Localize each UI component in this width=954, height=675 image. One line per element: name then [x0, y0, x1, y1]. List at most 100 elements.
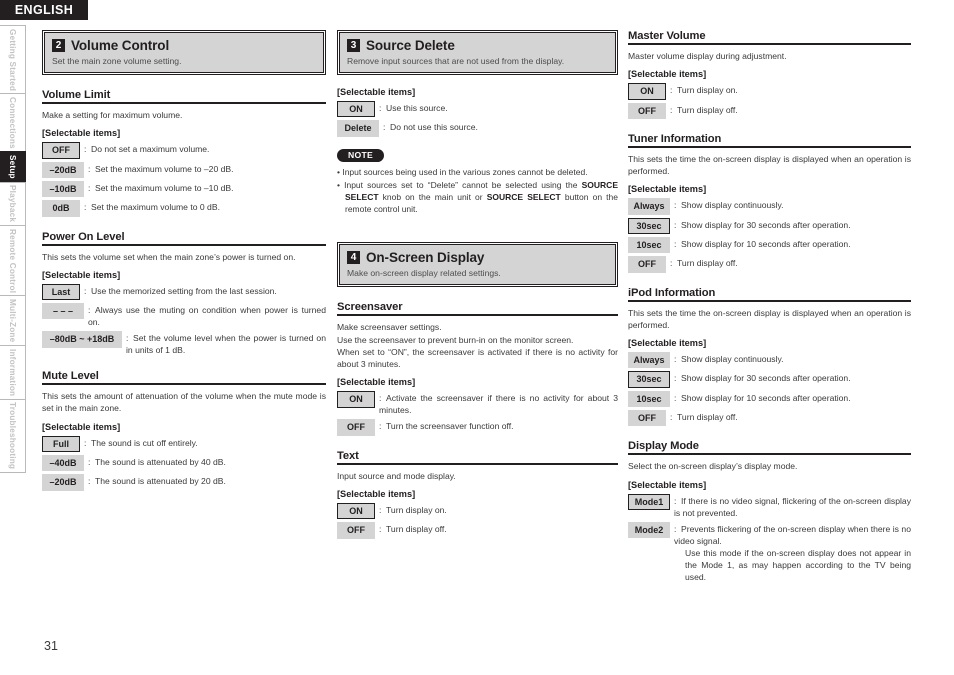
section-heading: Master Volume: [628, 30, 911, 45]
selectable-item[interactable]: –80dB ~ +18dB: Set the volume level when …: [42, 331, 326, 356]
sidebar-tab-troubleshooting[interactable]: Troubleshooting: [0, 398, 26, 474]
option-badge[interactable]: 30sec: [628, 217, 670, 234]
selectable-item[interactable]: Delete: Do not use this source.: [337, 120, 618, 137]
selectable-item[interactable]: – – –: Always use the muting on condition…: [42, 303, 326, 328]
option-badge[interactable]: ON: [337, 101, 375, 118]
option-badge[interactable]: OFF: [628, 410, 666, 427]
option-badge[interactable]: Delete: [337, 120, 379, 137]
option-badge[interactable]: OFF: [628, 102, 666, 119]
option-badge[interactable]: 30sec: [628, 371, 670, 388]
section-heading: Power On Level: [42, 231, 326, 246]
selectable-item[interactable]: –20dB: Set the maximum volume to –20 dB.: [42, 161, 326, 178]
sidebar-tab-multi-zone[interactable]: Multi-Zone: [0, 295, 26, 346]
selectable-item[interactable]: 10sec : Show display for 10 seconds after …: [628, 390, 911, 408]
option-description: : Set the maximum volume to 0 dB.: [84, 202, 220, 213]
selectable-item[interactable]: Full: The sound is cut off entirely.: [42, 435, 326, 452]
option-badge[interactable]: –10dB: [42, 180, 84, 198]
option-badge[interactable]: Mode2: [628, 521, 670, 539]
selectable-item[interactable]: –40dB : The sound is attenuated by 40 dB.: [42, 455, 326, 472]
selectable-item[interactable]: 0dB : Set the maximum volume to 0 dB.: [42, 200, 326, 217]
sidebar-tab-label: Multi-Zone: [8, 299, 17, 343]
section-heading: Volume Limit: [42, 89, 326, 104]
sidebar-tab-label: Connections: [8, 97, 17, 149]
section-title: Volume Control: [71, 38, 170, 53]
option-description: : Prevents flickering of the on-screen di…: [674, 523, 911, 582]
selectable-items-label: [Selectable items]: [42, 128, 121, 139]
selectable-item[interactable]: Mode1: If there is no video signal, flick…: [628, 493, 911, 519]
option-badge[interactable]: –40dB: [42, 455, 84, 472]
selectable-item[interactable]: Mode2: Prevents flickering of the on-scre…: [628, 521, 911, 583]
selectable-item[interactable]: Always : Show display continuously.: [628, 352, 911, 369]
selectable-item[interactable]: Last: Use the memorized setting from the …: [42, 283, 326, 301]
selectable-item[interactable]: ON: Use this source.: [337, 101, 618, 118]
sidebar-tab-connections[interactable]: Connections: [0, 93, 26, 152]
section-description: This sets the time the on-screen display…: [628, 307, 911, 330]
sidebar-tab-remote-control[interactable]: Remote Control: [0, 224, 26, 296]
selectable-item[interactable]: Always: Show display continuously.: [628, 198, 911, 215]
section-heading: Display Mode: [628, 440, 911, 456]
sidebar-tab-label: Getting Started: [8, 28, 17, 91]
option-description: : Show display continuously.: [674, 354, 784, 365]
selectable-items-label: [Selectable items]: [42, 421, 121, 432]
chapter-tab-rail: Getting Started Connections Setup Playback R…: [0, 25, 26, 474]
section-number-badge: 3: [347, 39, 360, 52]
option-badge[interactable]: –20dB: [42, 161, 84, 178]
sidebar-tab-setup[interactable]: Setup: [0, 151, 26, 182]
option-badge[interactable]: –20dB: [42, 474, 84, 491]
selectable-item[interactable]: 10sec: Show display for 10 seconds after …: [628, 236, 911, 254]
selectable-item[interactable]: –20dB: The sound is attenuated by 20 dB.: [42, 474, 326, 491]
language-label: ENGLISH: [14, 3, 74, 17]
section-heading: Screensaver: [337, 301, 618, 317]
option-badge[interactable]: 10sec: [628, 390, 670, 408]
option-badge[interactable]: Last: [42, 283, 80, 301]
option-badge[interactable]: Always: [628, 352, 670, 369]
section-heading: Text: [337, 450, 618, 465]
option-badge[interactable]: ON: [628, 83, 666, 100]
option-badge[interactable]: OFF: [42, 142, 80, 159]
selectable-item[interactable]: OFF: Do not set a maximum volume.: [42, 142, 326, 159]
option-badge[interactable]: –80dB ~ +18dB: [42, 331, 122, 348]
section-subtitle: Set the main zone volume setting.: [52, 56, 182, 66]
section-number-badge: 2: [52, 39, 65, 52]
option-badge[interactable]: – – –: [42, 303, 84, 320]
option-badge[interactable]: Mode1: [628, 493, 670, 510]
selectable-items-label: [Selectable items]: [337, 87, 416, 97]
option-badge[interactable]: Always: [628, 198, 670, 215]
selectable-items-label: [Selectable items]: [628, 479, 707, 490]
selectable-item[interactable]: OFF : Turn display off.: [628, 410, 911, 427]
page-number: 31: [44, 639, 58, 653]
option-description: : Show display for 10 seconds after opera…: [674, 392, 851, 403]
sidebar-tab-label: Setup: [8, 155, 17, 179]
selectable-item[interactable]: OFF: Turn display off.: [628, 256, 911, 273]
selectable-item[interactable]: ON : Turn display on.: [628, 83, 911, 100]
option-badge[interactable]: OFF: [337, 419, 375, 436]
option-description: : The sound is attenuated by 40 dB.: [88, 457, 226, 467]
section-subtitle: Remove input sources that are not used f…: [347, 56, 565, 66]
section-title-box: 2 Volume Control Set the main zone volume …: [42, 30, 326, 75]
option-badge[interactable]: ON: [337, 391, 375, 408]
option-badge[interactable]: OFF: [628, 256, 666, 273]
option-description: : Turn display on.: [670, 85, 738, 96]
selectable-item[interactable]: 30sec: Show display for 30 seconds after …: [628, 217, 911, 234]
option-badge[interactable]: 10sec: [628, 236, 670, 254]
language-bar: ENGLISH: [0, 0, 88, 20]
selectable-item[interactable]: OFF: Turn the screensaver function off.: [337, 419, 618, 436]
section-description: This sets the amount of attenuation of t…: [42, 391, 326, 414]
option-badge[interactable]: Full: [42, 435, 80, 452]
selectable-item[interactable]: ON: Activate the screensaver if there is …: [337, 391, 618, 416]
selectable-items-label: [Selectable items]: [337, 377, 416, 388]
selectable-item[interactable]: OFF: Turn display off.: [337, 522, 618, 539]
option-badge[interactable]: OFF: [337, 522, 375, 539]
sidebar-tab-playback[interactable]: Playback: [0, 181, 26, 225]
option-badge[interactable]: 0dB: [42, 200, 80, 217]
selectable-item[interactable]: 30sec: Show display for 30 seconds after …: [628, 371, 911, 388]
sidebar-tab-information[interactable]: Information: [0, 345, 26, 399]
section-number-badge: 4: [347, 251, 360, 265]
sidebar-tab-getting-started[interactable]: Getting Started: [0, 25, 26, 94]
selectable-item[interactable]: –10dB: Set the maximum volume to –10 dB.: [42, 180, 326, 198]
option-badge[interactable]: ON: [337, 502, 375, 520]
selectable-item[interactable]: OFF: Turn display off.: [628, 102, 911, 119]
selectable-item[interactable]: ON: Turn display on.: [337, 502, 618, 520]
option-description: : Turn display off.: [670, 412, 738, 423]
content-column-2: 3 Source Delete Remove input sources that …: [337, 30, 618, 542]
